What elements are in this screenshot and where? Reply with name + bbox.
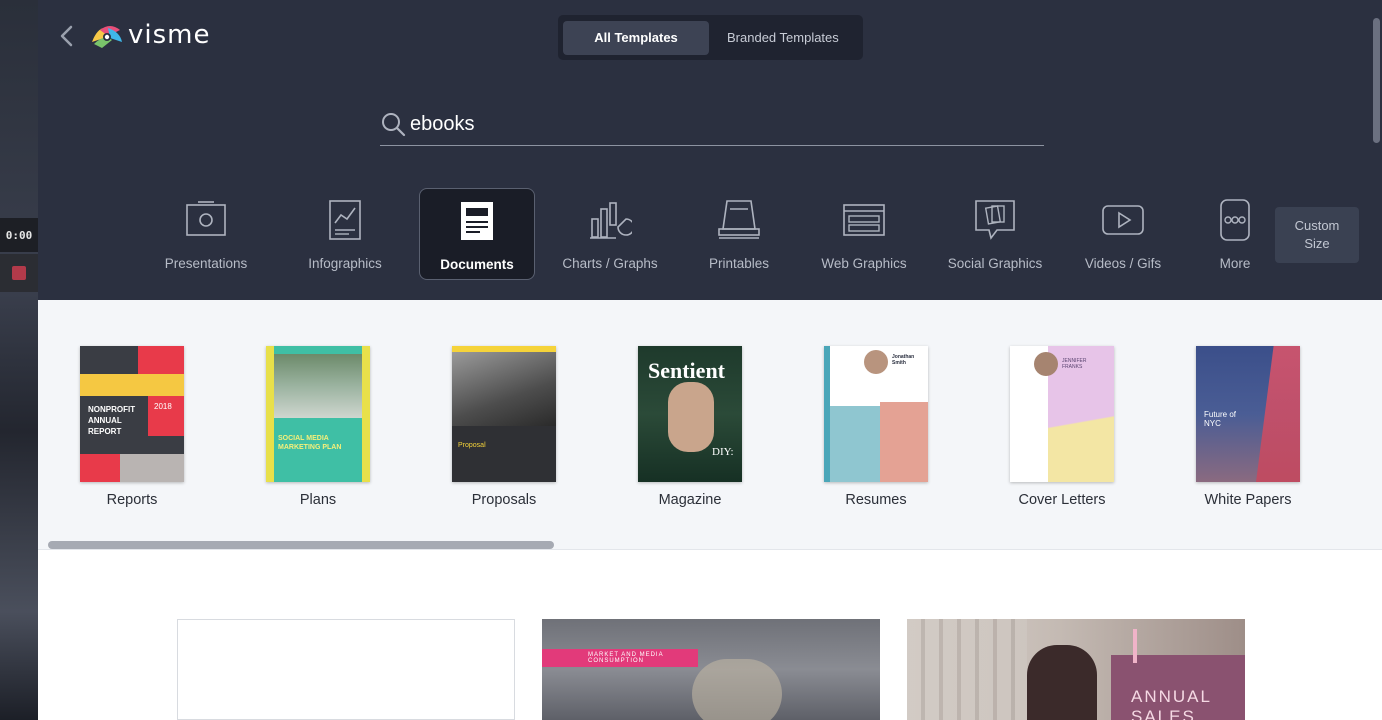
desktop-strip: 0:00 bbox=[0, 0, 38, 720]
resume-name-line: Smith bbox=[892, 360, 906, 366]
document-icon bbox=[455, 199, 499, 243]
template-card[interactable]: ANNUAL SALES bbox=[907, 619, 1245, 720]
cover-letter-name-line: FRANKS bbox=[1062, 364, 1083, 370]
resumes-thumbnail: Jonathan Smith bbox=[824, 346, 928, 482]
proposals-thumbnail: Proposal bbox=[452, 346, 556, 482]
custom-size-button[interactable]: Custom Size bbox=[1275, 207, 1359, 263]
cover-letters-thumbnail: JENNIFER FRANKS bbox=[1010, 346, 1114, 482]
web-graphic-icon bbox=[842, 198, 886, 242]
subcategory-label: Plans bbox=[299, 492, 337, 508]
social-graphic-icon bbox=[973, 198, 1017, 242]
branded-templates-tab[interactable]: Branded Templates bbox=[713, 21, 853, 55]
reports-thumbnail: NONPROFIT ANNUAL REPORT 2018 bbox=[80, 346, 184, 482]
more-dots-icon bbox=[1213, 198, 1257, 242]
category-videos-gifs[interactable]: Videos / Gifs bbox=[1071, 188, 1175, 280]
market-media-label: MARKET AND MEDIA CONSUMPTION bbox=[542, 649, 698, 667]
plan-title-line: SOCIAL MEDIA bbox=[278, 435, 329, 442]
subcategory-label: White Papers bbox=[1204, 492, 1292, 508]
category-bar: Presentations Infographics Documents Cha… bbox=[38, 188, 1382, 280]
subcategory-label: Magazine bbox=[658, 492, 722, 508]
subcategory-cover-letters[interactable]: JENNIFER FRANKS Cover Letters bbox=[992, 346, 1132, 508]
template-card[interactable]: MARKET AND MEDIA CONSUMPTION bbox=[542, 619, 880, 720]
category-charts-graphs[interactable]: Charts / Graphs bbox=[555, 188, 665, 280]
report-title-line: ANNUAL bbox=[88, 416, 122, 425]
category-label: Web Graphics bbox=[821, 256, 907, 271]
category-infographics[interactable]: Infographics bbox=[292, 188, 398, 280]
category-web-graphics[interactable]: Web Graphics bbox=[808, 188, 920, 280]
magazine-title: Sentient bbox=[648, 358, 725, 383]
template-type-toggle: All Templates Branded Templates bbox=[558, 15, 863, 60]
category-label: Infographics bbox=[308, 256, 382, 271]
subcategory-proposals[interactable]: Proposal Proposals bbox=[434, 346, 574, 508]
category-label: Videos / Gifs bbox=[1084, 256, 1162, 271]
category-label: Charts / Graphs bbox=[562, 256, 658, 271]
vertical-scrollbar[interactable] bbox=[1373, 18, 1380, 143]
subcategory-plans[interactable]: SOCIAL MEDIA MARKETING PLAN Plans bbox=[248, 346, 388, 508]
template-card[interactable] bbox=[177, 619, 515, 720]
subcategory-label: Proposals bbox=[471, 492, 537, 508]
category-more[interactable]: More bbox=[1198, 188, 1272, 280]
magazine-diy: DIY: bbox=[712, 446, 734, 458]
logo-text: visme bbox=[128, 20, 211, 50]
recording-timer: 0:00 bbox=[0, 218, 38, 252]
visme-app: visme All Templates Branded Templates Pr… bbox=[38, 0, 1382, 720]
report-title-line: NONPROFIT bbox=[88, 405, 136, 414]
search-icon bbox=[380, 111, 406, 137]
subcategory-carousel: NONPROFIT ANNUAL REPORT 2018 Reports SOC… bbox=[38, 300, 1382, 550]
presentation-icon bbox=[184, 198, 228, 242]
printer-icon bbox=[717, 198, 761, 242]
white-papers-thumbnail: Future of NYC bbox=[1196, 346, 1300, 482]
all-templates-tab[interactable]: All Templates bbox=[563, 20, 709, 55]
category-printables[interactable]: Printables bbox=[689, 188, 789, 280]
visme-logo[interactable]: visme bbox=[90, 20, 210, 50]
visme-logo-icon bbox=[90, 20, 124, 50]
annual-sales-line: ANNUAL bbox=[1131, 687, 1212, 706]
annual-sales-line: SALES bbox=[1131, 707, 1196, 720]
proposal-title: Proposal bbox=[458, 442, 486, 449]
custom-size-line2: Size bbox=[1304, 236, 1330, 251]
subcategory-label: Reports bbox=[106, 492, 158, 508]
magazine-thumbnail: Sentient DIY: bbox=[638, 346, 742, 482]
category-presentations[interactable]: Presentations bbox=[145, 188, 267, 280]
custom-size-line1: Custom bbox=[1294, 218, 1340, 233]
plans-thumbnail: SOCIAL MEDIA MARKETING PLAN bbox=[266, 346, 370, 482]
template-header: visme All Templates Branded Templates Pr… bbox=[38, 0, 1382, 300]
stop-recording-button[interactable] bbox=[0, 254, 38, 292]
template-search bbox=[380, 103, 1044, 146]
category-label: Presentations bbox=[164, 256, 248, 271]
subcategory-resumes[interactable]: Jonathan Smith Resumes bbox=[806, 346, 946, 508]
video-play-icon bbox=[1101, 198, 1145, 242]
plan-title-line: MARKETING PLAN bbox=[278, 444, 342, 451]
chart-icon bbox=[588, 198, 632, 242]
horizontal-scrollbar[interactable] bbox=[48, 541, 554, 549]
subcategory-label: Cover Letters bbox=[1018, 492, 1106, 508]
subcategory-label: Resumes bbox=[845, 492, 907, 508]
category-label: Documents bbox=[440, 257, 514, 272]
subcategory-magazine[interactable]: Sentient DIY: Magazine bbox=[620, 346, 760, 508]
category-label: More bbox=[1219, 256, 1251, 271]
white-paper-title-line: NYC bbox=[1204, 419, 1221, 428]
report-year: 2018 bbox=[154, 402, 172, 411]
category-social-graphics[interactable]: Social Graphics bbox=[938, 188, 1052, 280]
subcategory-reports[interactable]: NONPROFIT ANNUAL REPORT 2018 Reports bbox=[62, 346, 202, 508]
back-chevron-icon[interactable] bbox=[56, 22, 78, 50]
report-title-line: REPORT bbox=[88, 427, 122, 436]
stop-icon bbox=[12, 266, 26, 280]
search-input[interactable] bbox=[410, 112, 1010, 136]
infographic-icon bbox=[323, 198, 367, 242]
white-paper-title-line: Future of bbox=[1204, 410, 1237, 419]
subcategory-white-papers[interactable]: Future of NYC White Papers bbox=[1178, 346, 1318, 508]
category-label: Printables bbox=[708, 256, 770, 271]
category-documents[interactable]: Documents bbox=[419, 188, 535, 280]
category-label: Social Graphics bbox=[947, 256, 1043, 271]
